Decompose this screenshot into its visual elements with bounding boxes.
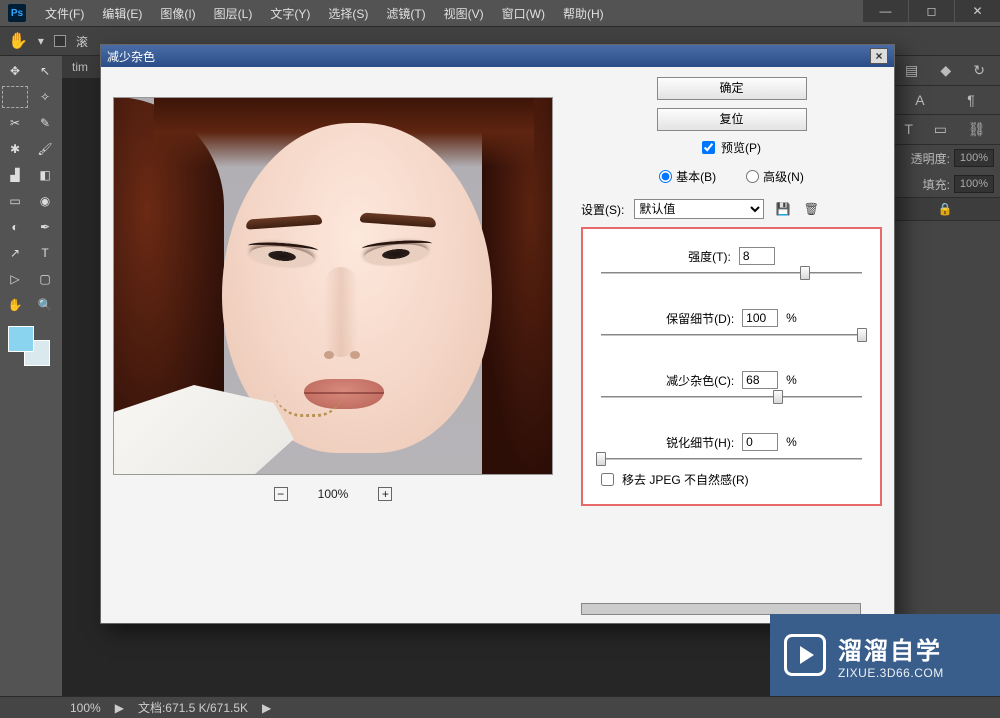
mode-advanced[interactable]: 高级(N) [746, 168, 804, 185]
delete-preset-icon[interactable]: 🗑 [802, 200, 820, 218]
fill-label: 填充: [923, 176, 950, 193]
move-tool[interactable]: ✥ [2, 60, 28, 82]
color-slider[interactable] [601, 393, 862, 401]
strength-label: 强度(T): [688, 248, 731, 265]
sharpen-input[interactable] [742, 433, 778, 451]
char-icon[interactable]: A [915, 92, 924, 108]
right-panels: ▤ ◆ ↻ A ¶ T ▭ ⛓ 透明度: 100% 填充: 100% 🔒 [890, 56, 1000, 696]
reset-button[interactable]: 复位 [657, 108, 807, 131]
color-label: 减少杂色(C): [666, 372, 734, 389]
menu-type[interactable]: 文字(Y) [261, 5, 319, 22]
brush-tool[interactable]: 🖌 [32, 138, 58, 160]
status-zoom[interactable]: 100% [70, 701, 101, 715]
link-icon[interactable]: ⛓ [968, 121, 986, 138]
status-bar: 100% ▶ 文档:671.5 K/671.5K ▶ [0, 696, 1000, 718]
zoom-out[interactable]: − [274, 487, 288, 501]
para-icon[interactable]: ¶ [967, 92, 975, 108]
tools-panel: ✥ ↖ ✧ ✂ ✎ ✱ 🖌 ▟ ◧ ▭ ◉ ◐ ✒ ↗ T ▷ ▢ ✋ 🔍 [0, 56, 62, 370]
swatches-icon[interactable]: ▤ [905, 62, 918, 79]
detail-slider[interactable] [601, 331, 862, 339]
sharpen-slider[interactable] [601, 455, 862, 463]
color-input[interactable] [742, 371, 778, 389]
layer-lock-bar[interactable]: 🔒 [890, 197, 1000, 221]
maximize-button[interactable]: ◻ [909, 0, 954, 22]
type-panel-icon[interactable]: T [904, 121, 913, 138]
eraser-tool[interactable]: ◧ [32, 164, 58, 186]
mode-basic[interactable]: 基本(B) [659, 168, 716, 185]
zoom-in[interactable]: + [378, 487, 392, 501]
window-controls: — ◻ ✕ [862, 0, 1000, 22]
strength-input[interactable] [739, 247, 775, 265]
menu-layer[interactable]: 图层(L) [205, 5, 262, 22]
dialog-close[interactable]: × [870, 48, 888, 64]
opacity-label: 透明度: [911, 150, 950, 167]
sharpen-label: 锐化细节(H): [666, 434, 734, 451]
hand-tool[interactable]: ✋ [2, 294, 28, 316]
reduce-noise-dialog: 减少杂色 × − 100% + 确定 复位 [100, 44, 895, 624]
preview-checkbox[interactable] [702, 141, 715, 154]
history-icon[interactable]: ↻ [973, 62, 985, 79]
remove-jpeg-checkbox[interactable] [601, 473, 614, 486]
status-triangle[interactable]: ▶ [115, 701, 124, 715]
strength-slider[interactable] [601, 269, 862, 277]
blur-tool[interactable]: ◉ [32, 190, 58, 212]
menu-image[interactable]: 图像(I) [151, 5, 204, 22]
fill-value[interactable]: 100% [954, 175, 994, 193]
stamp-tool[interactable]: ▟ [2, 164, 28, 186]
settings-select[interactable]: 默认值 [634, 199, 764, 219]
detail-input[interactable] [742, 309, 778, 327]
watermark-brand: 溜溜自学 [838, 631, 944, 666]
dialog-titlebar[interactable]: 减少杂色 × [101, 45, 894, 67]
dodge-tool[interactable]: ◐ [2, 216, 28, 238]
play-icon [784, 634, 826, 676]
wand-tool[interactable]: ✧ [32, 86, 58, 108]
type-tool[interactable]: T [32, 242, 58, 264]
save-preset-icon[interactable]: 💾 [774, 200, 792, 218]
arrow-tool[interactable]: ↖ [32, 60, 58, 82]
color-icon[interactable]: ◆ [940, 62, 951, 79]
minimize-button[interactable]: — [863, 0, 908, 22]
status-triangle2[interactable]: ▶ [262, 701, 271, 715]
zoom-value: 100% [318, 487, 349, 501]
marquee-tool[interactable] [2, 86, 28, 108]
shape-tool[interactable]: ▢ [32, 268, 58, 290]
eyedropper-tool[interactable]: ✎ [32, 112, 58, 134]
pointer-tool[interactable]: ▷ [2, 268, 28, 290]
zoom-tool[interactable]: 🔍 [32, 294, 58, 316]
watermark: 溜溜自学 ZIXUE.3D66.COM [770, 614, 1000, 696]
status-docinfo: 文档:671.5 K/671.5K [138, 699, 248, 716]
menu-window[interactable]: 窗口(W) [493, 5, 554, 22]
remove-jpeg-label: 移去 JPEG 不自然感(R) [622, 471, 749, 488]
hand-icon: ✋ [8, 31, 28, 51]
ps-logo: Ps [8, 4, 26, 22]
ok-button[interactable]: 确定 [657, 77, 807, 100]
preview-image[interactable] [113, 97, 553, 475]
fg-swatch[interactable] [8, 326, 34, 352]
menu-bar: Ps 文件(F) 编辑(E) 图像(I) 图层(L) 文字(Y) 选择(S) 滤… [0, 0, 1000, 26]
preview-label: 预览(P) [721, 139, 761, 156]
menu-edit[interactable]: 编辑(E) [93, 5, 151, 22]
menu-view[interactable]: 视图(V) [435, 5, 493, 22]
scroll-label: 滚 [76, 33, 88, 50]
parameters-group: 强度(T): 保留细节(D): % 减少杂色(C): [581, 227, 882, 506]
dialog-title: 减少杂色 [107, 48, 155, 65]
scroll-checkbox[interactable] [54, 35, 66, 47]
close-button[interactable]: ✕ [955, 0, 1000, 22]
menu-file[interactable]: 文件(F) [36, 5, 93, 22]
doc-tab[interactable]: tim [72, 60, 88, 74]
menu-help[interactable]: 帮助(H) [554, 5, 613, 22]
path-tool[interactable]: ↗ [2, 242, 28, 264]
menu-select[interactable]: 选择(S) [319, 5, 377, 22]
foreground-background[interactable] [8, 326, 58, 366]
opacity-value[interactable]: 100% [954, 149, 994, 167]
detail-label: 保留细节(D): [666, 310, 734, 327]
settings-label: 设置(S): [581, 201, 624, 218]
healing-tool[interactable]: ✱ [2, 138, 28, 160]
gradient-tool[interactable]: ▭ [2, 190, 28, 212]
watermark-url: ZIXUE.3D66.COM [838, 666, 944, 680]
crop-tool[interactable]: ✂ [2, 112, 28, 134]
pen-tool[interactable]: ✒ [32, 216, 58, 238]
menu-filter[interactable]: 滤镜(T) [377, 5, 434, 22]
align-icon[interactable]: ▭ [934, 121, 947, 138]
